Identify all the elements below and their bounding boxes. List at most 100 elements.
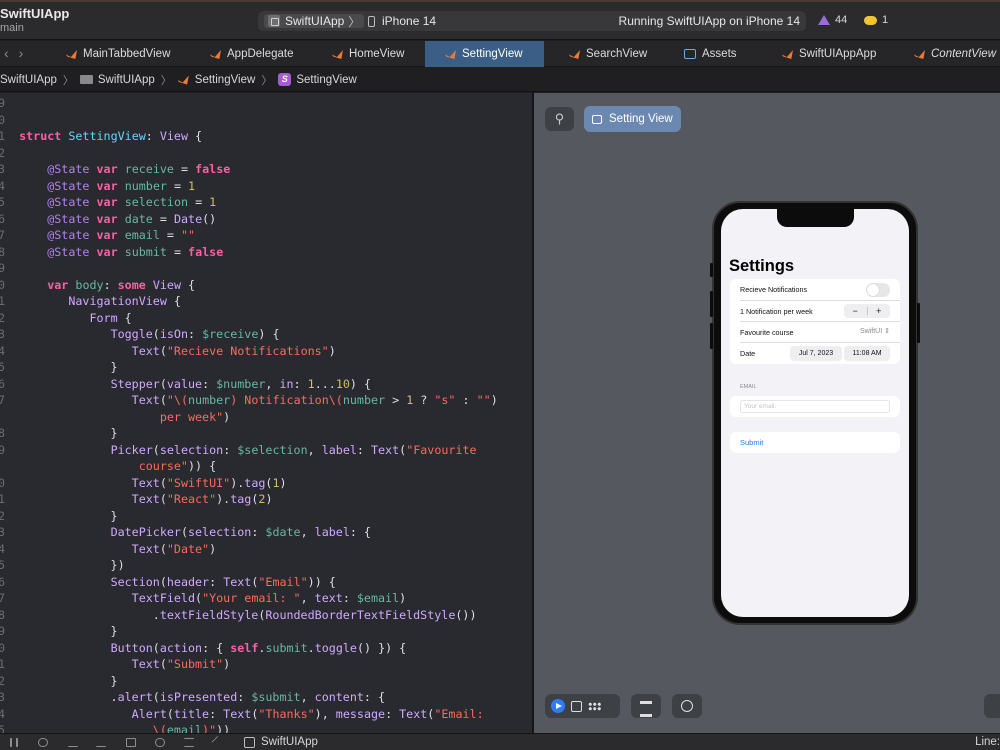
code-line: 4 Text("Date") [0,541,532,557]
breadcrumb-label: SettingView [296,73,357,86]
struct-symbol-icon: S [278,73,292,86]
code-line: 5 }) [0,557,532,573]
runtime-issues-indicator[interactable]: 1 [864,14,888,26]
project-title[interactable]: SwiftUIApp [0,6,69,21]
tab-main-tabbed-view[interactable]: MainTabbedView [52,41,172,67]
breadcrumb-folder[interactable]: SwiftUIApp [79,73,155,86]
breadcrumb: SwiftUIApp 〉 SwiftUIApp 〉 SettingView 〉 … [0,68,1000,92]
code-line: 9 [0,95,532,111]
chevron-right-icon: 〉 [348,14,361,29]
time-button[interactable]: 11:08 AM [844,346,890,361]
breadcrumb-project[interactable]: SwiftUIApp [0,74,57,86]
pause-icon[interactable] [10,738,18,747]
chevron-right-icon: 〉 [62,74,74,87]
picker-value[interactable]: SwiftUI ⇕ [860,327,890,335]
tab-content-view[interactable]: ContentView [900,41,1000,67]
step-out-icon[interactable] [96,738,106,747]
toggle-row[interactable]: Recieve Notifications [730,279,900,300]
code-line: per week") [159,410,231,424]
code-line: 5 } [0,359,532,375]
email-section: Your email: [730,396,900,417]
stepper-decrement-button[interactable]: − [844,304,867,318]
scheme-selector[interactable]: SwiftUIApp 〉 iPhone 14 Running SwiftUIAp… [258,11,806,31]
preview-canvas: ⚲ Setting View Settings Recieve Notifica… [534,93,1000,733]
chevron-up-down-icon: ⇕ [884,328,890,335]
code-line: 8 @State var submit = false [0,244,532,260]
editor-tab-bar: ‹ › MainTabbedView AppDelegate HomeView … [0,41,1000,67]
tab-label: SettingView [462,48,523,60]
view-hierarchy-icon[interactable] [126,738,136,747]
tab-swiftuiapp-app[interactable]: SwiftUIAppApp [770,41,890,67]
date-button[interactable]: Jul 7, 2023 [790,346,842,361]
location-icon[interactable] [211,735,225,750]
picker-row[interactable]: Favourite course SwiftUI ⇕ [730,322,900,343]
scheme-app-label: SwiftUIApp [285,14,345,28]
zoom-controls[interactable] [984,694,1000,718]
step-into-icon[interactable] [68,738,78,747]
environment-overrides-icon[interactable] [184,738,194,747]
tab-setting-view[interactable]: SettingView [425,41,544,67]
memory-graph-icon[interactable] [155,738,165,747]
code-line: course")) { [138,459,217,473]
line-number: 9 [0,96,5,110]
back-arrow-icon[interactable]: ‹ [4,45,9,61]
breadcrumb-file[interactable]: SettingView [177,74,255,86]
line-number: 5 [0,723,5,733]
line-number: 2 [0,674,5,688]
line-number: 4 [0,179,5,193]
line-number: 2 [0,311,5,325]
source-editor[interactable]: 9 0 1 struct SettingView: View { 2 3 @St… [0,93,532,733]
tab-app-delegate[interactable]: AppDelegate [196,41,306,67]
submit-button[interactable]: Submit [730,432,900,453]
code-line: 5 @State var selection = 1 [0,194,532,210]
stepper-increment-button[interactable]: + [868,304,891,318]
debug-process[interactable]: SwiftUIApp [244,736,318,748]
device-screen: Settings Recieve Notifications 1 Notific… [721,209,909,617]
breadcrumb-symbol[interactable]: S SettingView [278,73,357,86]
line-number: 1 [0,492,5,506]
code-line: 6 @State var date = Date() [0,211,532,227]
line-number: 1 [0,294,5,308]
preview-title: Setting View [609,113,673,125]
line-number: 4 [0,707,5,721]
pin-preview-button[interactable]: ⚲ [545,107,574,131]
window-top-edge [0,0,1000,2]
run-destination-label: iPhone 14 [382,14,437,28]
tab-label: SearchView [586,48,648,60]
line-number: 3 [0,162,5,176]
activity-status: Running SwiftUIApp on iPhone 14 [618,14,800,28]
line-number: 1 [0,657,5,671]
date-row: Date Jul 7, 2023 11:08 AM [730,343,900,364]
email-section-header: EMAIL [740,384,757,390]
code-line: 2 } [0,673,532,689]
forward-arrow-icon[interactable]: › [19,45,24,61]
tab-assets[interactable]: Assets [670,41,770,67]
device-settings-button[interactable] [672,694,702,718]
preview-selector-button[interactable]: Setting View [584,106,681,132]
line-number: 0 [0,113,5,127]
code-line: 3 @State var receive = false [0,161,532,177]
run-destination-button[interactable]: iPhone 14 [368,14,436,28]
step-over-icon[interactable] [38,738,48,747]
variants-grid-icon[interactable] [588,701,601,711]
volume-up-button [710,291,713,317]
breadcrumb-label: SwiftUIApp [97,73,155,86]
notifications-toggle[interactable] [866,283,890,297]
code-line: 1 struct SettingView: View { [0,128,532,144]
app-icon [244,736,255,748]
code-line: 2 Form { [0,310,532,326]
warnings-indicator[interactable]: 44 [818,14,847,26]
notification-stepper[interactable]: − + [844,304,890,318]
live-preview-icon[interactable] [551,699,565,713]
branch-name[interactable]: main [0,22,24,34]
code-line: 0 [0,112,532,128]
email-field[interactable]: Your email: [740,400,890,413]
tab-search-view[interactable]: SearchView [555,41,665,67]
tab-home-view[interactable]: HomeView [318,41,424,67]
variants-button[interactable] [631,694,661,718]
line-number: 5 [0,558,5,572]
notch [777,209,854,227]
selectable-mode-icon[interactable] [571,700,582,712]
scheme-app-button[interactable]: SwiftUIApp 〉 [264,14,365,29]
line-number: 8 [0,608,5,622]
